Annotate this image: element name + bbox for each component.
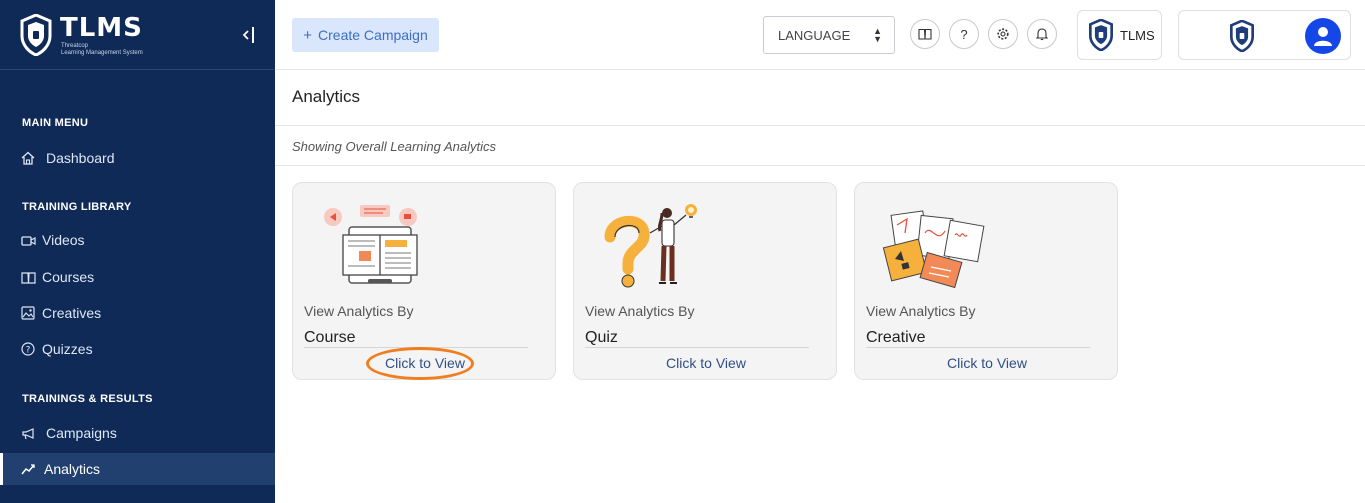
avatar[interactable] [1305,18,1341,54]
image-icon [20,305,36,321]
help-button[interactable]: ? [949,19,979,49]
card-divider [866,347,1090,348]
analytics-card-creative[interactable]: View Analytics By Creative Click to View [854,182,1118,380]
chart-icon [20,461,36,477]
megaphone-icon [20,425,36,441]
sidebar-item-label: Campaigns [46,425,117,441]
analytics-card-course[interactable]: View Analytics By Course Click to View [292,182,556,380]
sort-arrows-icon: ▲ ▼ [873,26,882,44]
language-select[interactable]: LANGUAGE ▲ ▼ [763,16,895,54]
page-subtitle: Showing Overall Learning Analytics [292,139,497,154]
plus-icon: + [303,26,313,44]
brand-subtitle-company: Threatcop [61,43,89,49]
sidebar-item-quizzes[interactable]: ? Quizzes [0,333,275,365]
section-trainings-results: TRAININGS & RESULTS [22,393,153,405]
creative-illustration-icon [882,210,985,289]
language-select-value: LANGUAGE [778,27,851,43]
bell-icon [1036,28,1048,41]
section-main-menu: MAIN MENU [22,117,89,129]
organization-switcher[interactable]: TLMS [1077,10,1162,60]
notifications-button[interactable] [1027,19,1057,49]
click-to-view-link[interactable]: Click to View [574,355,838,371]
click-to-view-link[interactable]: Click to View [293,355,557,371]
sidebar-item-campaigns[interactable]: Campaigns [0,417,275,449]
user-icon [1314,27,1332,46]
card-view-by-label: View Analytics By [304,303,414,319]
brand-subtitle-product: Learning Management System [61,50,143,56]
sidebar-item-courses[interactable]: Courses [0,261,275,293]
home-icon [20,150,36,166]
section-training-library: TRAINING LIBRARY [22,201,132,213]
sidebar-item-label: Quizzes [42,341,93,357]
guide-book-button[interactable] [910,19,940,49]
user-menu[interactable] [1178,10,1351,60]
collapse-sidebar-icon[interactable] [240,24,258,46]
create-campaign-button[interactable]: + Create Campaign [292,18,439,52]
brand-title: TLMS [60,13,143,43]
gear-icon [997,28,1009,40]
sidebar-item-label: Analytics [44,461,101,477]
video-icon [20,232,36,248]
divider [275,165,1365,166]
course-illustration-icon [324,205,418,284]
sidebar-item-label: Creatives [42,305,102,321]
card-title: Quiz [585,329,618,346]
company-logo-icon [1230,20,1254,52]
card-view-by-label: View Analytics By [585,303,695,319]
card-divider [304,347,528,348]
card-title: Creative [866,329,926,346]
quiz-illustration-icon [604,204,697,288]
sidebar-item-label: Videos [42,232,85,248]
book-icon [20,269,36,285]
card-view-by-label: View Analytics By [866,303,976,319]
analytics-card-quiz[interactable]: View Analytics By Quiz Click to View [573,182,837,380]
sidebar-item-videos[interactable]: Videos [0,224,275,256]
tlms-shield-icon [1089,19,1113,51]
book-open-icon [918,28,932,40]
brand-header: TLMS Threatcop Learning Management Syste… [0,0,275,70]
organization-name: TLMS [1120,27,1155,43]
sidebar-item-creatives[interactable]: Creatives [0,297,275,329]
sidebar-item-analytics[interactable]: Analytics [0,453,275,485]
help-icon: ? [960,26,968,42]
create-campaign-label: Create Campaign [318,27,428,43]
sidebar-item-label: Courses [42,269,95,285]
tlms-logo-icon [20,14,52,56]
sidebar-item-label: Dashboard [46,150,115,166]
card-divider [585,347,809,348]
page-title: Analytics [292,87,361,106]
top-bar: + Create Campaign LANGUAGE ▲ ▼ ? TLMS [275,0,1365,70]
question-icon: ? [20,341,36,357]
click-to-view-link[interactable]: Click to View [855,355,1119,371]
settings-button[interactable] [988,19,1018,49]
divider [275,125,1365,126]
svg-text:?: ? [26,346,31,356]
card-title: Course [304,329,356,346]
sidebar: TLMS Threatcop Learning Management Syste… [0,0,275,503]
sidebar-item-dashboard[interactable]: Dashboard [0,142,275,174]
